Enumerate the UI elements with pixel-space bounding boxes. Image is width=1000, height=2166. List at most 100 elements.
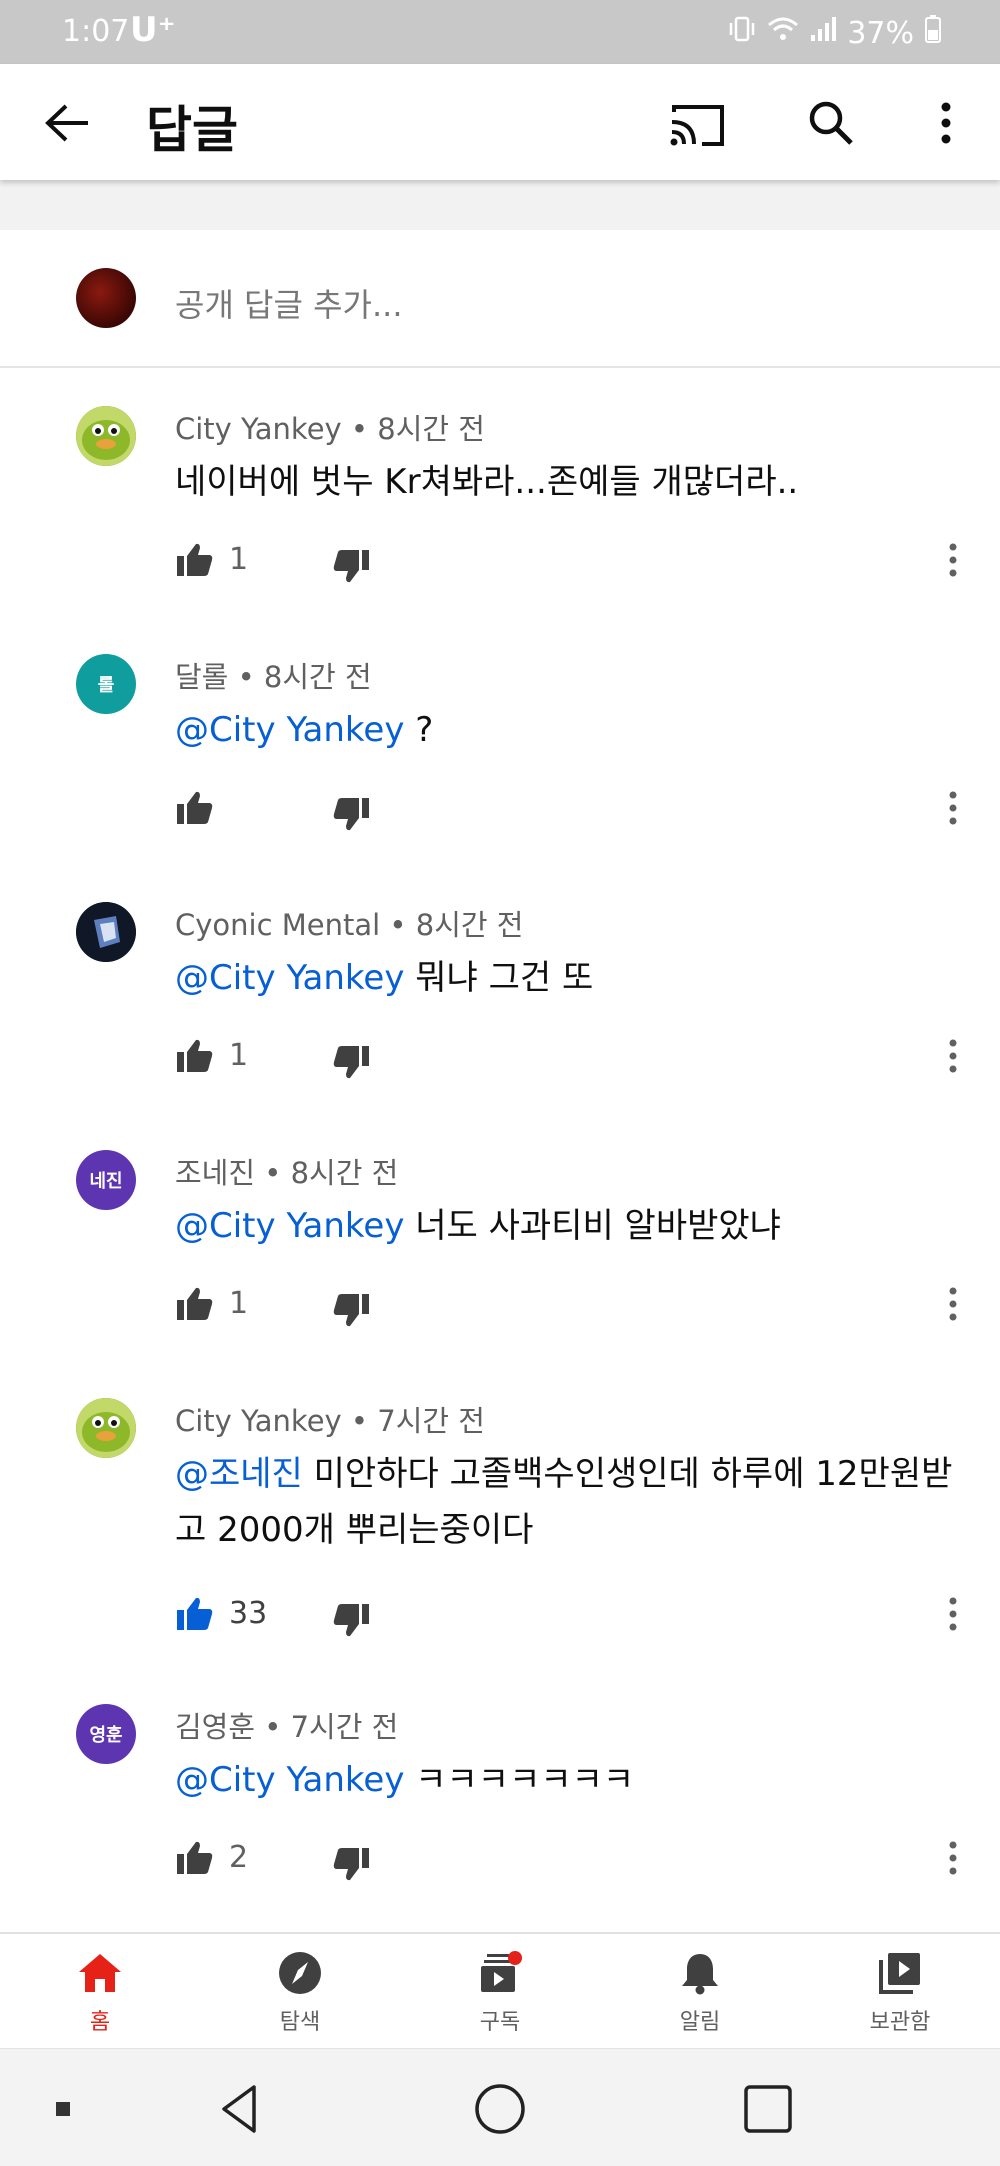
comment-text: @조네진 미안하다 고졸백수인생인데 하루에 12만원받고 2000개 뿌리는중… <box>175 1446 955 1558</box>
meta-separator: • <box>255 1710 291 1744</box>
app-bar: 답글 <box>0 64 1000 180</box>
comment-avatar[interactable]: 영훈 <box>76 1704 136 1764</box>
system-home-button[interactable] <box>470 2079 530 2139</box>
comment-meta: 김영훈 • 7시간 전 <box>175 1704 398 1746</box>
comment-mention[interactable]: @City Yankey <box>175 958 404 998</box>
like-button[interactable] <box>175 1594 215 1634</box>
nav-subscriptions[interactable]: 구독 <box>440 1948 560 2036</box>
status-time: 1:07 <box>62 14 130 49</box>
system-recents-button[interactable] <box>738 2079 798 2139</box>
thumbs-up-icon <box>177 543 213 576</box>
comment-avatar[interactable] <box>76 1398 136 1458</box>
comment-text: 네이버에 벗누 Kr쳐봐라...존예들 개많더라.. <box>175 454 955 510</box>
comment-body: ? <box>415 710 434 750</box>
system-navigation-bar <box>0 2048 1000 2166</box>
comment-actions <box>175 788 985 831</box>
explore-icon <box>279 1952 321 1994</box>
comment-mention[interactable]: @City Yankey <box>175 1760 404 1800</box>
dislike-button[interactable] <box>331 1042 371 1082</box>
like-button[interactable] <box>175 1036 215 1076</box>
like-button[interactable] <box>175 1284 215 1324</box>
library-icon <box>879 1953 920 1994</box>
page-title: 답글 <box>146 101 238 159</box>
add-reply-input[interactable]: 공개 답글 추가... <box>175 280 403 326</box>
triangle-back-icon <box>222 2085 256 2133</box>
comment-meta: 조네진 • 8시간 전 <box>175 1150 398 1192</box>
search-icon <box>809 101 853 145</box>
more-vert-icon <box>949 1287 957 1321</box>
dislike-button[interactable] <box>331 794 371 834</box>
comment-menu-button[interactable] <box>948 540 958 580</box>
add-reply-row[interactable]: 공개 답글 추가... <box>0 232 1000 368</box>
more-vert-icon <box>949 1841 957 1875</box>
dislike-button[interactable] <box>331 1844 371 1884</box>
avatar-initials: 영훈 <box>89 1725 123 1746</box>
comment-menu-button[interactable] <box>948 1036 958 1076</box>
comment-author[interactable]: 달롤 <box>175 660 228 694</box>
cast-button[interactable] <box>668 102 726 148</box>
dislike-button[interactable] <box>331 1600 371 1640</box>
avatar-image <box>76 902 136 962</box>
comment-author[interactable]: Cyonic Mental <box>175 908 380 942</box>
comment-mention[interactable]: @City Yankey <box>175 1206 404 1246</box>
comment-meta: Cyonic Mental • 8시간 전 <box>175 902 523 944</box>
like-count: 1 <box>229 542 249 577</box>
status-carrier: U⁺ <box>130 10 176 50</box>
comment-body: 너도 사과티비 알바받았냐 <box>415 1206 781 1246</box>
nav-library-label: 보관함 <box>869 2010 931 2035</box>
like-count: 1 <box>229 1038 249 1073</box>
comment-menu-button[interactable] <box>948 1594 958 1634</box>
comment-author[interactable]: 김영훈 <box>175 1710 255 1744</box>
cast-icon <box>670 105 724 146</box>
nav-subscriptions-label: 구독 <box>479 2010 521 2035</box>
comment-actions: 1 <box>175 540 985 583</box>
comment-avatar[interactable] <box>76 902 136 962</box>
comment-menu-button[interactable] <box>948 1838 958 1878</box>
comment-menu-button[interactable] <box>948 1284 958 1324</box>
more-vert-icon <box>949 791 957 825</box>
comment-avatar[interactable]: 롤 <box>76 654 136 714</box>
avatar-initials: 네진 <box>89 1171 123 1192</box>
comment-author[interactable]: City Yankey <box>175 412 342 446</box>
comment-actions: 2 <box>175 1838 985 1881</box>
system-back-button[interactable] <box>210 2079 270 2139</box>
comment-author[interactable]: 조네진 <box>175 1156 255 1190</box>
comment-avatar[interactable]: 네진 <box>76 1150 136 1210</box>
like-button[interactable] <box>175 788 215 828</box>
comment-actions: 1 <box>175 1036 985 1079</box>
square-recents-icon <box>744 2085 792 2133</box>
comment-avatar[interactable] <box>76 406 136 466</box>
more-vert-icon <box>949 1597 957 1631</box>
thumbs-down-icon <box>333 798 369 831</box>
comment-time: 8시간 전 <box>415 908 524 942</box>
thumbs-up-icon <box>177 1039 213 1072</box>
comment-body: 뭐냐 그건 또 <box>415 958 594 998</box>
home-icon <box>79 1954 121 1992</box>
thumbs-down-icon <box>333 1294 369 1327</box>
comment-mention[interactable]: @조네진 <box>175 1454 303 1494</box>
dislike-button[interactable] <box>331 546 371 586</box>
dislike-button[interactable] <box>331 1290 371 1330</box>
comment-mention[interactable]: @City Yankey <box>175 710 404 750</box>
thumbs-down-icon <box>333 1848 369 1881</box>
thumbs-up-icon <box>177 1287 213 1320</box>
back-button[interactable] <box>44 102 90 144</box>
like-count: 1 <box>229 1286 249 1321</box>
more-vert-icon <box>949 543 957 577</box>
more-options-button[interactable] <box>934 98 958 148</box>
vibrate-icon <box>727 14 757 52</box>
like-button[interactable] <box>175 1838 215 1878</box>
nav-library[interactable]: 보관함 <box>840 1948 960 2036</box>
meta-separator: • <box>341 412 378 446</box>
like-button[interactable] <box>175 540 215 580</box>
search-button[interactable] <box>806 98 856 148</box>
nav-notifications[interactable]: 알림 <box>640 1948 760 2036</box>
comment-meta: City Yankey • 8시간 전 <box>175 406 485 448</box>
nav-explore[interactable]: 탐색 <box>240 1948 360 2036</box>
circle-home-icon <box>475 2084 525 2134</box>
signal-icon <box>809 15 837 51</box>
comment-menu-button[interactable] <box>948 788 958 828</box>
bottom-navigation: 홈 탐색 구독 알림 보관함 <box>0 1932 1000 2048</box>
nav-home[interactable]: 홈 <box>40 1948 160 2036</box>
comment-author[interactable]: City Yankey <box>175 1404 342 1438</box>
